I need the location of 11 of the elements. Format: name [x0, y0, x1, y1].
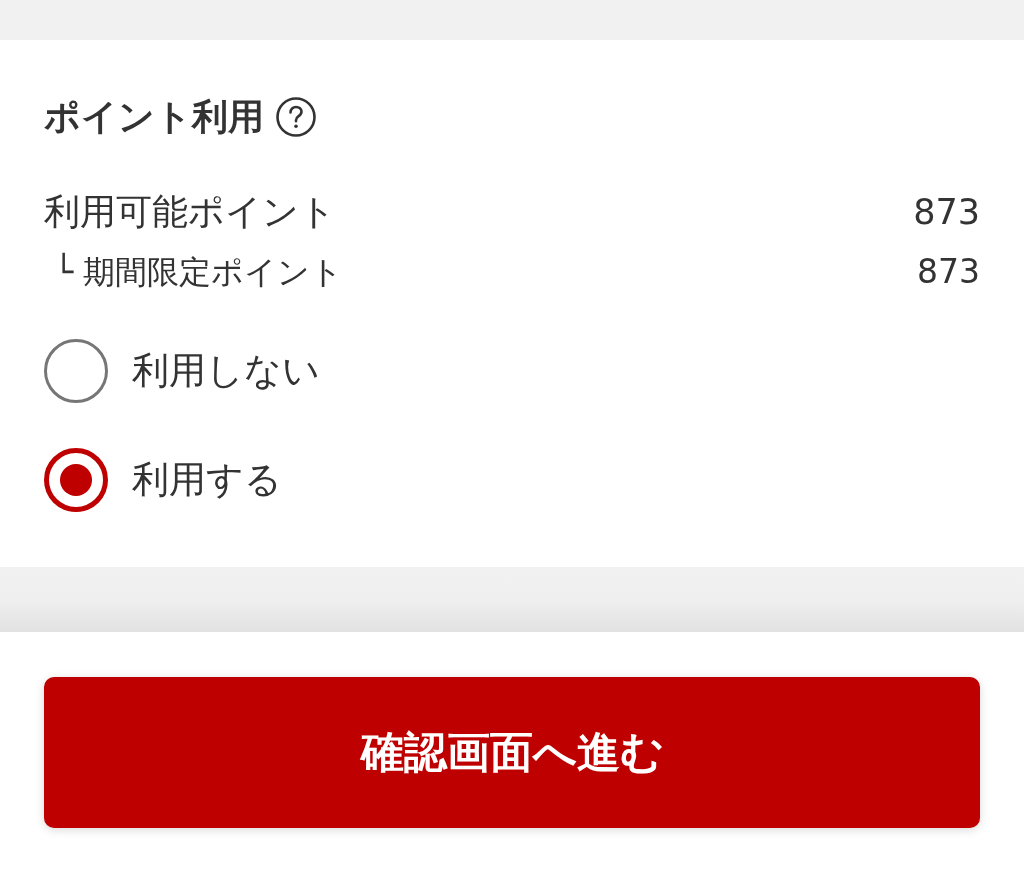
radio-button[interactable] [44, 448, 108, 512]
help-icon[interactable] [276, 97, 316, 137]
radio-label[interactable]: 利用する [132, 458, 282, 502]
point-value: 873 [913, 191, 980, 234]
point-value: 873 [917, 252, 980, 292]
point-label: └ 期間限定ポイント [54, 252, 344, 292]
radio-button[interactable] [44, 339, 108, 403]
point-label: 利用可能ポイント [44, 190, 336, 234]
section-title: ポイント利用 [44, 97, 264, 137]
radio-label[interactable]: 利用しない [132, 349, 320, 393]
confirm-button[interactable]: 確認画面へ進む [44, 677, 980, 828]
